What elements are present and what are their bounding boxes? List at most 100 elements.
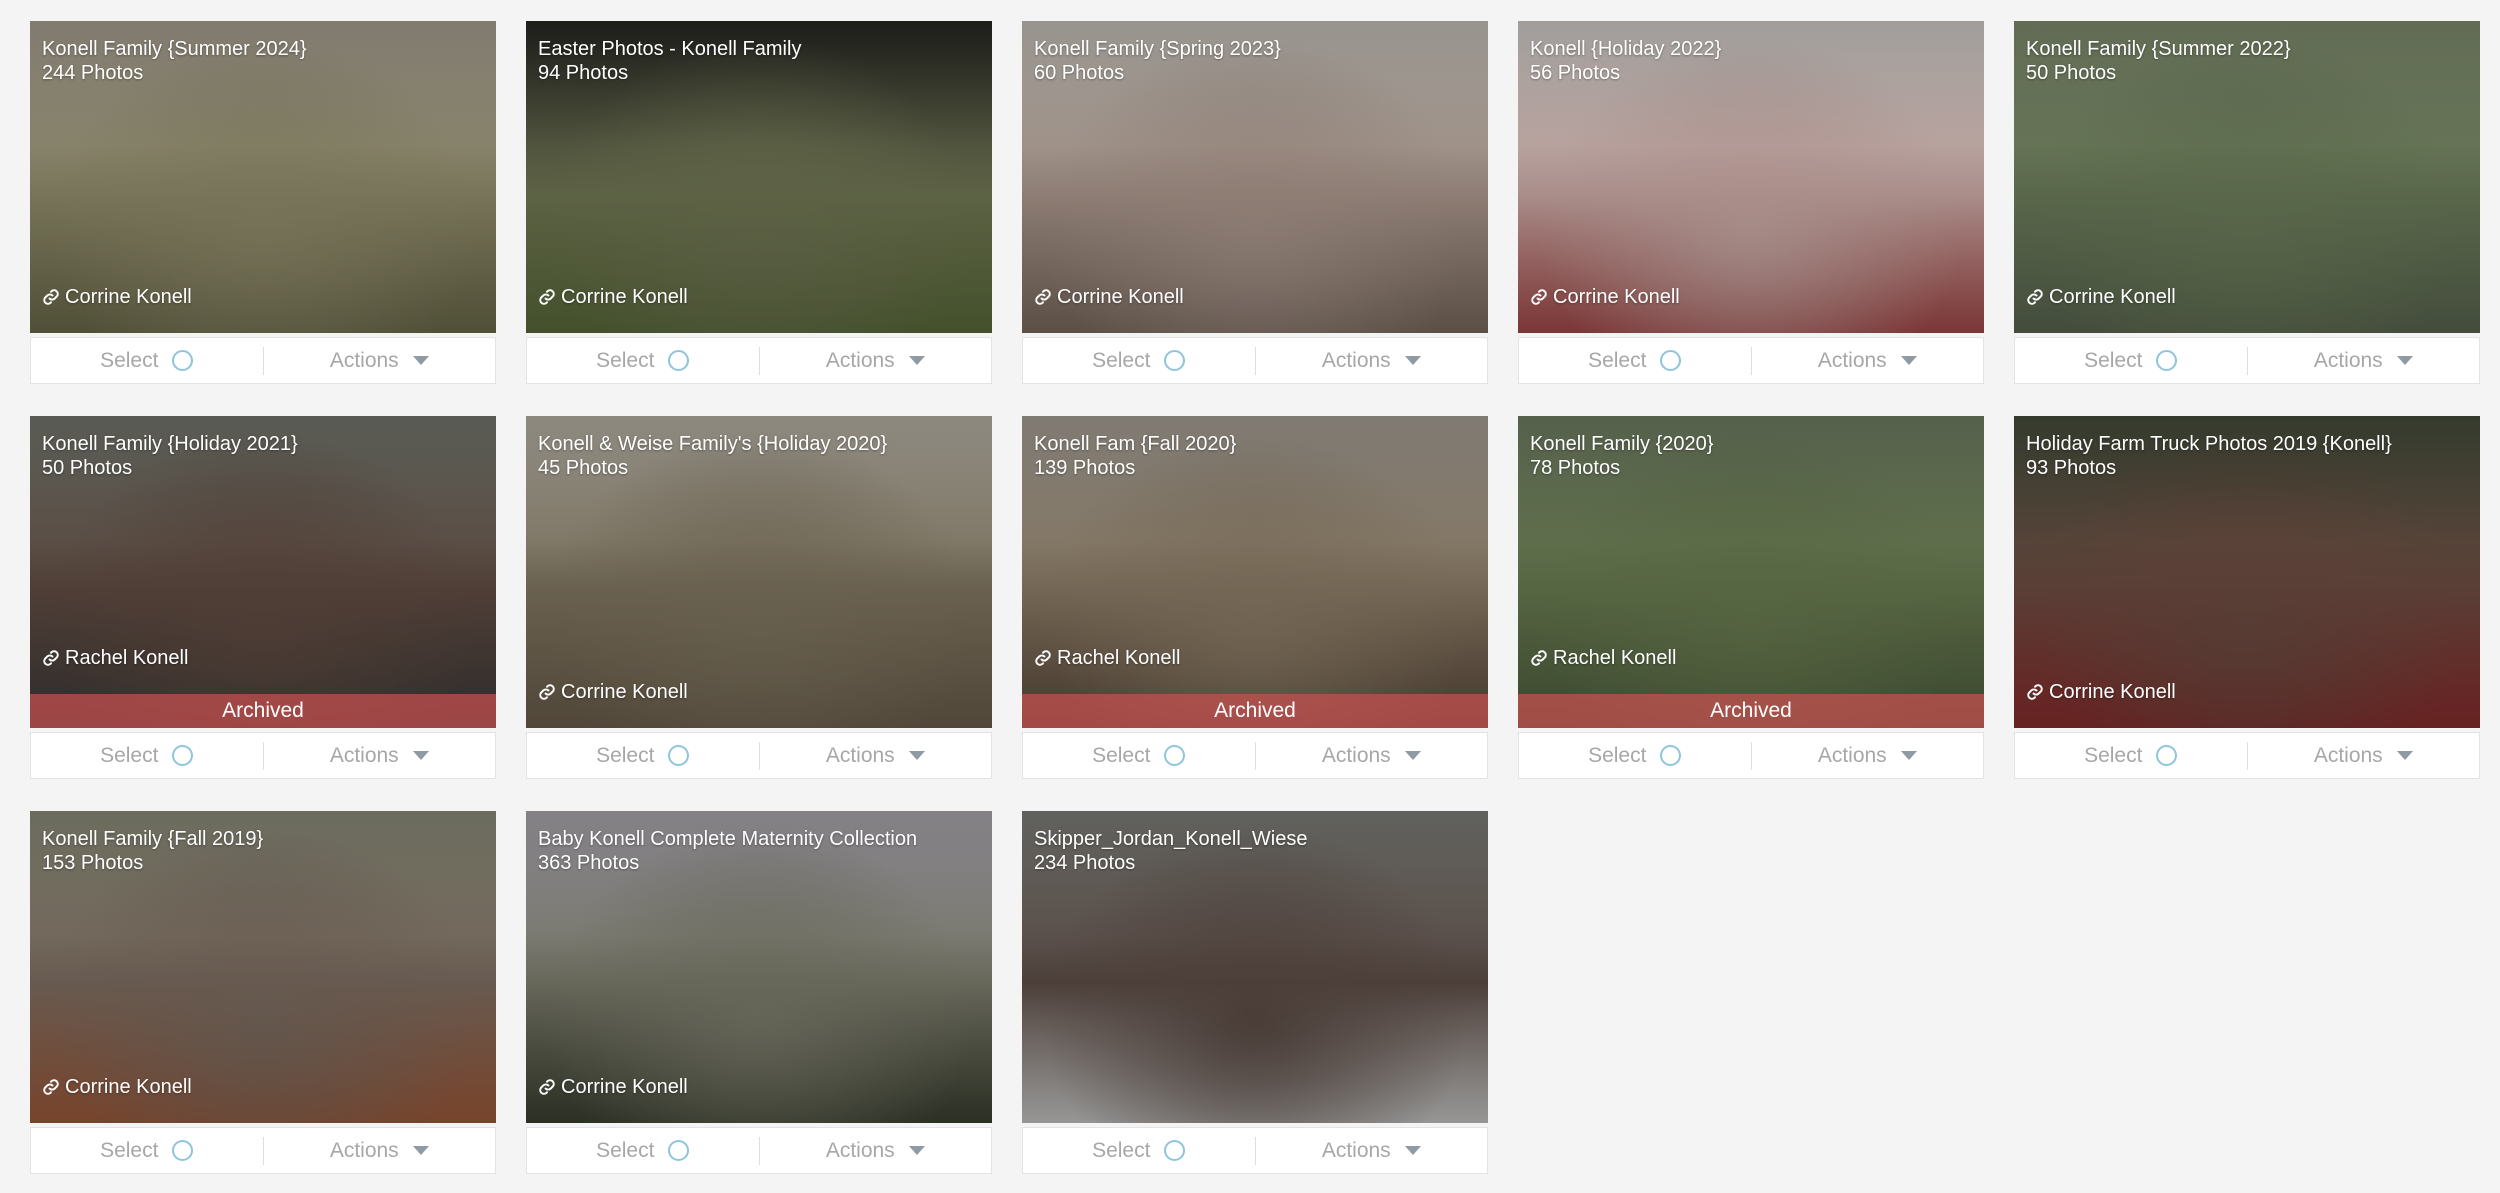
select-radio[interactable] (172, 350, 194, 371)
actions-dropdown[interactable]: Actions (1752, 338, 1984, 383)
select-radio[interactable] (172, 745, 194, 766)
owner-name: Corrine Konell (561, 1076, 688, 1098)
actions-dropdown[interactable]: Actions (760, 733, 992, 778)
actions-label: Actions (329, 743, 399, 767)
gallery-thumbnail[interactable]: Konell Family {Summer 2022} 50 Photos Co… (2014, 21, 2480, 333)
caret-down-icon (908, 751, 925, 760)
select-radio[interactable] (1164, 1140, 1186, 1161)
select-control[interactable]: Select (1519, 733, 1751, 778)
owner-name: Corrine Konell (65, 1076, 192, 1098)
select-control[interactable]: Select (2015, 733, 2247, 778)
select-control[interactable]: Select (31, 733, 263, 778)
select-radio[interactable] (1660, 350, 1682, 371)
gallery-owner[interactable]: Corrine Konell (1530, 285, 1680, 309)
owner-name: Corrine Konell (1553, 286, 1680, 308)
gallery-card: Easter Photos - Konell Family 94 Photos … (526, 21, 992, 386)
gallery-meta: Skipper_Jordan_Konell_Wiese 234 Photos (1034, 827, 1476, 875)
gallery-owner[interactable]: Corrine Konell (42, 285, 192, 309)
gallery-meta: Konell Family {Holiday 2021} 50 Photos (42, 432, 484, 480)
actions-dropdown[interactable]: Actions (1256, 733, 1488, 778)
actions-dropdown[interactable]: Actions (2248, 338, 2480, 383)
actions-dropdown[interactable]: Actions (1256, 338, 1488, 383)
select-radio[interactable] (668, 745, 690, 766)
select-label: Select (1092, 1138, 1151, 1162)
select-label: Select (2084, 743, 2143, 767)
select-radio[interactable] (668, 350, 690, 371)
gallery-thumbnail[interactable]: Holiday Farm Truck Photos 2019 {Konell} … (2014, 416, 2480, 728)
gallery-card: Konell Family {Holiday 2021} 50 Photos R… (30, 416, 496, 781)
select-control[interactable]: Select (2015, 338, 2247, 383)
gallery-card: Konell Fam {Fall 2020} 139 Photos Rachel… (1022, 416, 1488, 781)
select-control[interactable]: Select (527, 1128, 759, 1173)
select-label: Select (596, 743, 655, 767)
gallery-title: Holiday Farm Truck Photos 2019 {Konell} (2026, 433, 2392, 455)
gallery-meta: Konell {Holiday 2022} 56 Photos (1530, 37, 1972, 85)
owner-name: Corrine Konell (2049, 286, 2176, 308)
caret-down-icon (412, 356, 429, 365)
gallery-card: Konell Family {Summer 2022} 50 Photos Co… (2014, 21, 2480, 386)
select-control[interactable]: Select (1519, 338, 1751, 383)
actions-label: Actions (329, 348, 399, 372)
gallery-thumbnail[interactable]: Konell & Weise Family's {Holiday 2020} 4… (526, 416, 992, 728)
select-control[interactable]: Select (527, 338, 759, 383)
gallery-thumbnail[interactable]: Konell Family {Holiday 2021} 50 Photos R… (30, 416, 496, 728)
actions-dropdown[interactable]: Actions (760, 1128, 992, 1173)
gallery-thumbnail[interactable]: Konell Family {2020} 78 Photos Rachel Ko… (1518, 416, 1984, 728)
owner-name: Rachel Konell (65, 647, 189, 669)
gallery-meta: Konell & Weise Family's {Holiday 2020} 4… (538, 432, 980, 480)
select-control[interactable]: Select (31, 1128, 263, 1173)
select-radio[interactable] (1164, 745, 1186, 766)
gallery-owner[interactable]: Rachel Konell (1034, 646, 1180, 670)
actions-dropdown[interactable]: Actions (1752, 733, 1984, 778)
select-control[interactable]: Select (527, 733, 759, 778)
select-radio[interactable] (172, 1140, 194, 1161)
select-radio[interactable] (1660, 745, 1682, 766)
gallery-owner[interactable]: Corrine Konell (1034, 285, 1184, 309)
select-radio[interactable] (668, 1140, 690, 1161)
gallery-card: Holiday Farm Truck Photos 2019 {Konell} … (2014, 416, 2480, 781)
gallery-thumbnail[interactable]: Skipper_Jordan_Konell_Wiese 234 Photos (1022, 811, 1488, 1123)
link-icon (43, 1079, 59, 1095)
link-icon (539, 684, 555, 700)
gallery-thumbnail[interactable]: Konell Family {Summer 2024} 244 Photos C… (30, 21, 496, 333)
actions-dropdown[interactable]: Actions (2248, 733, 2480, 778)
gallery-thumbnail[interactable]: Konell Fam {Fall 2020} 139 Photos Rachel… (1022, 416, 1488, 728)
gallery-owner[interactable]: Corrine Konell (538, 680, 688, 704)
gallery-owner[interactable]: Rachel Konell (1530, 646, 1676, 670)
select-radio[interactable] (2156, 350, 2178, 371)
actions-dropdown[interactable]: Actions (264, 733, 496, 778)
gallery-thumbnail[interactable]: Konell Family {Spring 2023} 60 Photos Co… (1022, 21, 1488, 333)
gallery-title: Skipper_Jordan_Konell_Wiese (1034, 828, 1308, 850)
actions-label: Actions (825, 1138, 895, 1162)
gallery-owner[interactable]: Corrine Konell (538, 285, 688, 309)
select-control[interactable]: Select (1023, 338, 1255, 383)
actions-label: Actions (1817, 348, 1887, 372)
select-control[interactable]: Select (31, 338, 263, 383)
gallery-thumbnail[interactable]: Konell {Holiday 2022} 56 Photos Corrine … (1518, 21, 1984, 333)
gallery-owner[interactable]: Corrine Konell (42, 1075, 192, 1099)
actions-dropdown[interactable]: Actions (264, 338, 496, 383)
gallery-owner[interactable]: Corrine Konell (538, 1075, 688, 1099)
select-control[interactable]: Select (1023, 1128, 1255, 1173)
card-action-bar: Select Actions (526, 1127, 992, 1174)
actions-dropdown[interactable]: Actions (760, 338, 992, 383)
select-radio[interactable] (2156, 745, 2178, 766)
select-label: Select (2084, 348, 2143, 372)
select-label: Select (100, 743, 159, 767)
gallery-thumbnail[interactable]: Baby Konell Complete Maternity Collectio… (526, 811, 992, 1123)
gallery-owner[interactable]: Rachel Konell (42, 646, 188, 670)
actions-dropdown[interactable]: Actions (264, 1128, 496, 1173)
gallery-owner[interactable]: Corrine Konell (2026, 285, 2176, 309)
select-radio[interactable] (1164, 350, 1186, 371)
photo-count: 78 Photos (1530, 457, 1621, 479)
gallery-thumbnail[interactable]: Konell Family {Fall 2019} 153 Photos Cor… (30, 811, 496, 1123)
gallery-thumbnail[interactable]: Easter Photos - Konell Family 94 Photos … (526, 21, 992, 333)
select-control[interactable]: Select (1023, 733, 1255, 778)
actions-label: Actions (1321, 1138, 1391, 1162)
card-action-bar: Select Actions (30, 337, 496, 384)
gallery-owner[interactable]: Corrine Konell (2026, 680, 2176, 704)
gallery-title: Konell {Holiday 2022} (1530, 38, 1722, 60)
caret-down-icon (1404, 751, 1421, 760)
gallery-meta: Konell Family {Fall 2019} 153 Photos (42, 827, 484, 875)
actions-dropdown[interactable]: Actions (1256, 1128, 1488, 1173)
